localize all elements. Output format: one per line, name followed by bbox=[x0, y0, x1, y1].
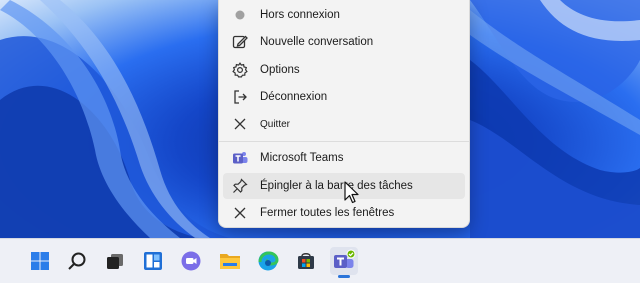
menu-item-label: Déconnexion bbox=[260, 91, 328, 103]
search-icon[interactable] bbox=[63, 247, 91, 275]
sign-out-icon bbox=[231, 88, 249, 106]
status-dot-icon bbox=[231, 6, 249, 24]
gear-icon bbox=[231, 61, 249, 79]
menu-item-quit[interactable]: Quitter bbox=[223, 111, 465, 137]
task-view-icon[interactable] bbox=[101, 247, 129, 275]
compose-icon bbox=[231, 33, 249, 51]
menu-item-microsoft-teams[interactable]: Microsoft Teams bbox=[223, 145, 465, 171]
menu-separator bbox=[219, 141, 469, 142]
menu-item-label: Hors connexion bbox=[260, 9, 340, 21]
teams-chat-icon[interactable] bbox=[177, 247, 205, 275]
menu-item-label: Quitter bbox=[260, 118, 291, 130]
menu-item-options[interactable]: Options bbox=[223, 57, 465, 83]
menu-item-label: Microsoft Teams bbox=[260, 152, 344, 164]
menu-item-new-conversation[interactable]: Nouvelle conversation bbox=[223, 29, 465, 55]
menu-item-label: Fermer toutes les fenêtres bbox=[260, 207, 395, 219]
menu-item-label: Épingler à la barre des tâches bbox=[260, 180, 413, 192]
widgets-icon[interactable] bbox=[139, 247, 167, 275]
pin-icon bbox=[231, 177, 249, 195]
store-icon[interactable] bbox=[292, 247, 320, 275]
menu-item-label: Nouvelle conversation bbox=[260, 36, 374, 48]
taskbar bbox=[0, 238, 640, 283]
close-icon bbox=[231, 204, 249, 222]
file-explorer-icon[interactable] bbox=[216, 247, 244, 275]
menu-item-sign-out[interactable]: Déconnexion bbox=[223, 84, 465, 110]
mouse-cursor-icon bbox=[344, 181, 360, 205]
menu-item-offline-status[interactable]: Hors connexion bbox=[223, 2, 465, 28]
windows-start-icon[interactable] bbox=[26, 247, 54, 275]
close-icon bbox=[231, 115, 249, 133]
teams-icon bbox=[231, 149, 249, 167]
teams-app-icon[interactable] bbox=[330, 247, 358, 275]
edge-browser-icon[interactable] bbox=[254, 247, 282, 275]
active-app-indicator bbox=[338, 275, 350, 278]
menu-item-label: Options bbox=[260, 64, 300, 76]
